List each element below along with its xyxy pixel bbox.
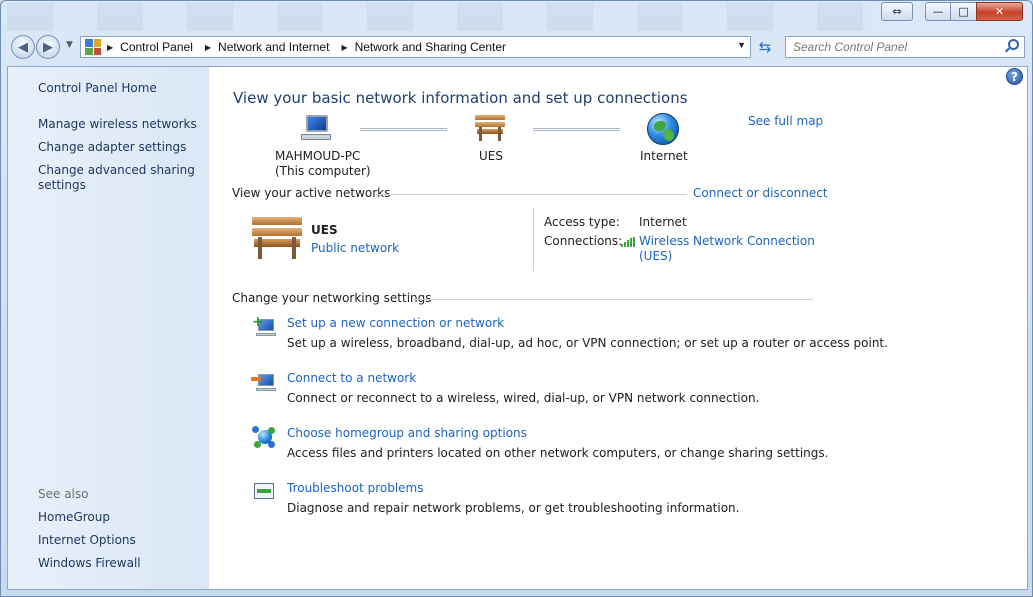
close-button[interactable]: ✕ [976,2,1023,21]
search-placeholder: Search Control Panel [793,40,908,54]
breadcrumb-separator-icon[interactable]: ▶ [205,43,211,52]
active-network-name: UES [311,223,338,237]
breadcrumb-separator-icon[interactable]: ▶ [341,43,347,52]
sidebar-homegroup[interactable]: HomeGroup [38,510,110,525]
wireless-connection-ssid[interactable]: (UES) [639,249,672,263]
search-icon[interactable] [1008,39,1019,50]
sidebar-control-panel-home[interactable]: Control Panel Home [38,81,157,96]
wireless-signal-icon [621,237,635,247]
task-link-homegroup[interactable]: Choose homegroup and sharing options [287,426,527,440]
task-desc-homegroup: Access files and printers located on oth… [287,446,829,460]
maximize-button[interactable]: □ [950,2,977,21]
task-desc-connect-network: Connect or reconnect to a wireless, wire… [287,391,760,405]
map-internet-label: Internet [640,149,688,163]
map-connector-line [360,128,447,131]
public-network-link[interactable]: Public network [311,241,399,255]
task-link-connect-network[interactable]: Connect to a network [287,371,416,385]
back-arrow-icon: ◀ [18,39,28,55]
refresh-button[interactable]: ⇆ [754,37,776,57]
section-divider [413,299,813,300]
refresh-icon: ⇆ [758,38,772,56]
task-sidebar: Control Panel Home Manage wireless netwo… [8,67,209,589]
homegroup-icon[interactable] [252,426,276,448]
see-also-label: See also [38,487,89,501]
sidebar-windows-firewall[interactable]: Windows Firewall [38,556,141,571]
internet-globe-icon[interactable] [647,113,679,145]
task-desc-troubleshoot: Diagnose and repair network problems, or… [287,501,740,515]
page-title: View your basic network information and … [233,89,688,107]
content-area: Control Panel Home Manage wireless netwo… [7,66,1028,590]
new-connection-icon[interactable]: + [252,314,276,339]
background-window-strip [7,3,872,31]
vertical-divider [533,208,534,271]
map-connector-line [533,128,620,131]
forward-button[interactable]: ▶ [36,35,60,59]
restore-button[interactable]: ⇔ [881,2,913,21]
map-network-name: UES [479,149,503,163]
sidebar-change-adapter[interactable]: Change adapter settings [38,140,186,155]
public-network-bench-icon[interactable] [252,217,302,259]
control-panel-icon [85,39,101,55]
computer-subtitle: (This computer) [275,164,371,178]
see-full-map-link[interactable]: See full map [748,114,823,128]
explorer-window: ⇔ — □ ✕ ◀ ▶ ▼ ▶ Control Panel ▶ Network … [0,0,1033,597]
bench-network-icon[interactable] [475,115,505,141]
task-link-troubleshoot[interactable]: Troubleshoot problems [287,481,423,495]
sidebar-advanced-sharing[interactable]: Change advanced sharing [38,163,195,178]
computer-name: MAHMOUD-PC [275,149,361,163]
address-dropdown-icon[interactable]: ▼ [737,40,746,50]
back-button[interactable]: ◀ [11,35,35,59]
connect-disconnect-link[interactable]: Connect or disconnect [693,186,828,200]
breadcrumb-control-panel[interactable]: Control Panel [120,40,193,54]
main-panel: ? View your basic network information an… [209,67,1027,589]
sidebar-manage-wireless[interactable]: Manage wireless networks [38,117,197,132]
wireless-connection-link[interactable]: Wireless Network Connection [639,234,815,248]
section-divider [377,194,687,195]
access-type-label: Access type: [544,215,620,229]
minimize-button[interactable]: — [925,2,951,21]
address-bar[interactable]: ▶ Control Panel ▶ Network and Internet ▶… [80,36,751,58]
breadcrumb-separator-icon[interactable]: ▶ [107,43,113,52]
task-link-new-connection[interactable]: Set up a new connection or network [287,316,504,330]
connect-network-icon[interactable] [251,372,276,394]
help-icon[interactable]: ? [1006,68,1023,85]
troubleshoot-icon[interactable] [252,481,276,503]
forward-arrow-icon: ▶ [43,39,53,55]
active-networks-heading: View your active networks [232,186,391,200]
computer-icon[interactable] [301,115,333,143]
task-desc-new-connection: Set up a wireless, broadband, dial-up, a… [287,336,888,350]
recent-pages-chevron-icon[interactable]: ▼ [66,40,73,50]
breadcrumb-network-internet[interactable]: Network and Internet [218,40,329,54]
sidebar-internet-options[interactable]: Internet Options [38,533,136,548]
access-type-value: Internet [639,215,687,229]
settings-heading: Change your networking settings [232,291,432,305]
breadcrumb-sharing-center[interactable]: Network and Sharing Center [355,40,506,54]
search-input[interactable]: Search Control Panel [785,36,1025,58]
sidebar-advanced-sharing-cont[interactable]: settings [38,178,86,193]
connections-label: Connections: [544,234,623,248]
navigation-bar: ◀ ▶ ▼ ▶ Control Panel ▶ Network and Inte… [7,34,1025,60]
